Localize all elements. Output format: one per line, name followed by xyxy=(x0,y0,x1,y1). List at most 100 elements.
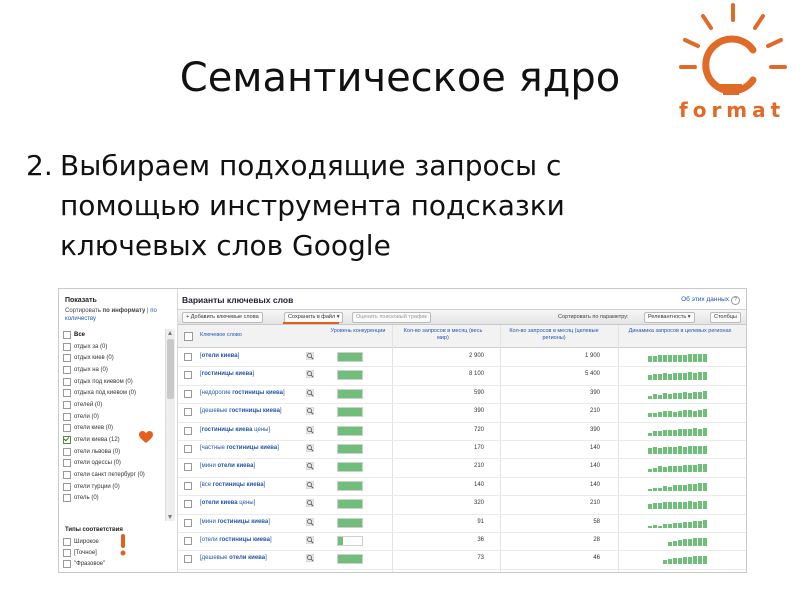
magnifier-icon[interactable] xyxy=(306,517,314,526)
filter-checkbox[interactable] xyxy=(63,354,71,363)
filter-checkbox[interactable] xyxy=(63,424,71,433)
filter-checkbox[interactable] xyxy=(63,447,71,456)
row-checkbox[interactable] xyxy=(184,353,192,361)
magnifier-icon[interactable] xyxy=(306,407,314,416)
row-checkbox[interactable] xyxy=(184,555,192,564)
header-global-volume[interactable]: Кол-во запросов в месяц (весь мир) xyxy=(398,328,488,342)
filter-item[interactable]: Все xyxy=(63,329,167,341)
filter-checkbox[interactable] xyxy=(63,342,71,351)
results-panel: Варианты ключевых слов Об этих данных? +… xyxy=(178,289,746,572)
filter-item[interactable]: отдых под киевом (0) xyxy=(63,376,167,388)
scroll-up-icon[interactable] xyxy=(168,331,172,335)
filter-checkbox[interactable] xyxy=(63,377,71,386)
keyword-link[interactable]: [отели киева] xyxy=(200,353,239,359)
add-keywords-button[interactable]: + Добавить ключевые слова xyxy=(182,312,263,323)
trend-bar xyxy=(698,482,702,491)
magnifier-icon[interactable] xyxy=(306,536,314,544)
match-types-title: Типы соответствия xyxy=(65,527,123,533)
row-checkbox[interactable] xyxy=(184,408,192,417)
filter-item[interactable]: отдыха под киевом (0) xyxy=(63,387,167,399)
match-type-checkbox[interactable] xyxy=(63,537,71,546)
filter-item[interactable]: отели санкт петербург (0) xyxy=(63,469,167,481)
filter-item[interactable]: отдых за (0) xyxy=(63,341,167,353)
filter-item[interactable]: отели турции (0) xyxy=(63,481,167,493)
header-local-volume[interactable]: Кол-во запросов в месяц (целевые регионы… xyxy=(504,328,604,342)
trend-bar xyxy=(663,523,667,528)
trend-bar xyxy=(663,355,667,362)
about-data-link[interactable]: Об этих данных? xyxy=(681,296,740,305)
filter-item[interactable]: отели львова (0) xyxy=(63,446,167,458)
scroll-thumb[interactable] xyxy=(167,339,174,399)
filter-list: Все отдых за (0) отдых киев (0) отдых на (0… xyxy=(63,329,167,521)
sort-select[interactable]: Релевантность ▾ xyxy=(644,312,695,323)
magnifier-icon[interactable] xyxy=(306,462,314,471)
filter-checkbox[interactable] xyxy=(63,330,71,339)
match-type-item[interactable]: "Фразовое" xyxy=(63,558,167,569)
filter-item[interactable]: отели (0) xyxy=(63,411,167,423)
filter-item-label: отели (0) xyxy=(74,413,99,420)
filter-checkbox[interactable] xyxy=(63,400,71,409)
match-type-item[interactable]: Широкое xyxy=(63,536,167,547)
magnifier-icon[interactable] xyxy=(306,425,314,434)
filter-item[interactable]: отели одессы (0) xyxy=(63,458,167,470)
filter-checkbox[interactable] xyxy=(63,471,71,480)
keyword-link[interactable]: [гостиницы киева цены] xyxy=(200,427,270,433)
row-checkbox[interactable] xyxy=(184,518,192,527)
filter-checkbox[interactable] xyxy=(63,494,71,503)
keyword-link[interactable]: [недорогие гостиницы киева] xyxy=(200,390,285,396)
keyword-link[interactable]: [отели киева цены] xyxy=(200,500,255,506)
filter-item[interactable]: отель (0) xyxy=(63,493,167,505)
header-trend[interactable]: Динамика запросов в целевых регионах xyxy=(624,328,736,335)
magnifier-icon[interactable] xyxy=(306,480,314,489)
row-checkbox[interactable] xyxy=(184,445,192,453)
row-checkbox[interactable] xyxy=(184,463,192,472)
filter-item[interactable]: отдых киев (0) xyxy=(63,352,167,364)
filter-checkbox[interactable] xyxy=(63,482,71,491)
filter-checkbox[interactable] xyxy=(63,365,71,374)
keyword-link[interactable]: [мини гостиницы киева] xyxy=(200,519,270,525)
magnifier-icon[interactable] xyxy=(306,370,314,379)
keyword-link[interactable]: [все гостиницы киева] xyxy=(200,482,265,488)
filter-checkbox[interactable] xyxy=(63,412,71,421)
columns-button[interactable]: Столбцы xyxy=(710,312,741,323)
row-checkbox[interactable] xyxy=(184,389,192,398)
row-checkbox[interactable] xyxy=(184,426,192,435)
keyword-link[interactable]: [дешевые гостиницы киева] xyxy=(200,408,282,414)
estimate-traffic-button[interactable]: Оценить поисковый трафик xyxy=(352,312,431,323)
magnifier-icon[interactable] xyxy=(306,499,314,508)
magnifier-icon[interactable] xyxy=(306,554,314,563)
trend-bar xyxy=(703,446,707,454)
match-type-checkbox[interactable] xyxy=(63,559,71,568)
magnifier-icon[interactable] xyxy=(306,388,314,397)
scroll-down-icon[interactable] xyxy=(168,515,172,519)
keyword-link[interactable]: [отели гостиницы киева] xyxy=(200,537,272,543)
keyword-suffix: ] xyxy=(263,481,266,488)
header-keyword[interactable]: Ключевое слово xyxy=(200,332,242,339)
match-type-item[interactable]: [Точное] xyxy=(63,547,167,558)
filter-checkbox[interactable] xyxy=(63,459,71,468)
select-all-checkbox[interactable] xyxy=(184,332,193,341)
keyword-link[interactable]: [мини отели киева] xyxy=(200,463,255,469)
filter-item[interactable]: отдых на (0) xyxy=(63,364,167,376)
filter-item[interactable]: отелей (0) xyxy=(63,399,167,411)
about-data-label[interactable]: Об этих данных xyxy=(681,296,729,303)
magnifier-icon[interactable] xyxy=(306,444,314,452)
sort-by-relevance-link[interactable]: по информату xyxy=(103,308,146,314)
filter-checkbox[interactable] xyxy=(63,436,71,445)
filter-scrollbar[interactable] xyxy=(165,329,175,521)
row-checkbox[interactable] xyxy=(184,481,192,490)
keyword-link[interactable]: [гостиницы киева] xyxy=(200,371,254,377)
magnifier-icon[interactable] xyxy=(306,352,314,360)
help-icon[interactable]: ? xyxy=(731,296,740,305)
header-competition[interactable]: Уровень конкуренции xyxy=(328,328,388,335)
filter-checkbox[interactable] xyxy=(63,389,71,398)
competition-fill xyxy=(338,518,362,527)
match-type-checkbox[interactable] xyxy=(63,548,71,557)
row-checkbox[interactable] xyxy=(184,500,192,509)
row-checkbox[interactable] xyxy=(184,537,192,545)
row-checkbox[interactable] xyxy=(184,371,192,380)
keyword-link[interactable]: [частные гостиницы киева] xyxy=(200,445,279,451)
keyword-link[interactable]: [дешевые отели киева] xyxy=(200,555,267,561)
trend-bar xyxy=(668,523,672,528)
trend-bar xyxy=(693,483,697,491)
